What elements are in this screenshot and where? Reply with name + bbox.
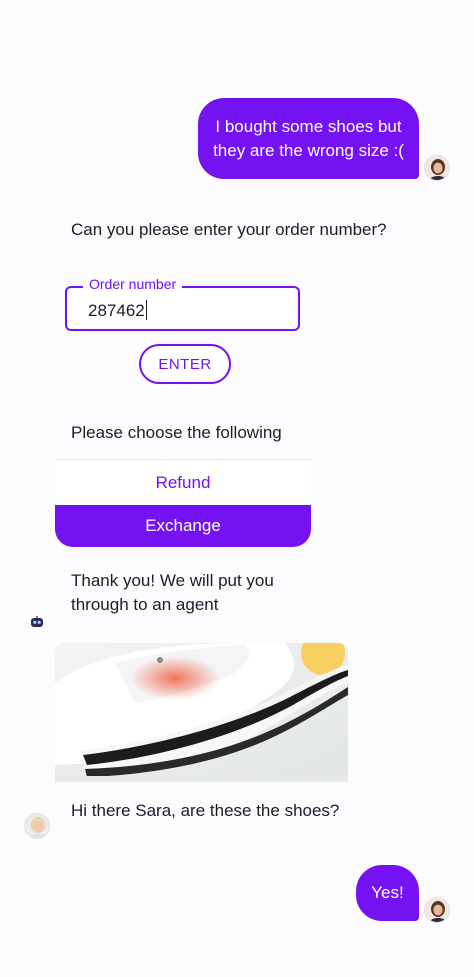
user-avatar-2 [424,897,450,923]
shoe-illustration [55,643,348,782]
user-avatar [424,155,450,181]
shoe-product-image[interactable] [55,643,348,782]
agent-question: Hi there Sara, are these the shoes? [71,801,340,820]
order-number-value[interactable]: 287462 [88,300,148,321]
bot-agent-line-1: Thank you! We will put you [71,571,274,590]
user-message-yes-bubble: Yes! [356,865,419,921]
enter-button[interactable]: ENTER [139,344,231,384]
bot-agent-message: Thank you! We will put you through to an… [71,569,331,617]
refund-option-button[interactable]: Refund [55,461,311,504]
choice-prompt: Please choose the following [71,423,282,442]
robot-icon [30,615,44,627]
order-number-label: Order number [83,276,183,292]
user-message-line-2: they are the wrong size :( [213,140,404,160]
user-message-bubble: I bought some shoes but they are the wro… [198,98,419,179]
order-number-field[interactable]: 287462 [65,286,300,331]
text-caret [145,300,148,320]
user-message-yes-text: Yes! [371,883,404,902]
order-number-text: 287462 [88,301,145,320]
agent-avatar [24,813,50,839]
bot-agent-line-2: through to an agent [71,595,219,614]
exchange-option-button[interactable]: Exchange [55,505,311,547]
choice-divider [55,459,311,460]
bot-order-prompt: Can you please enter your order number? [71,220,387,239]
user-message-line-1: I bought some shoes but [215,116,402,136]
